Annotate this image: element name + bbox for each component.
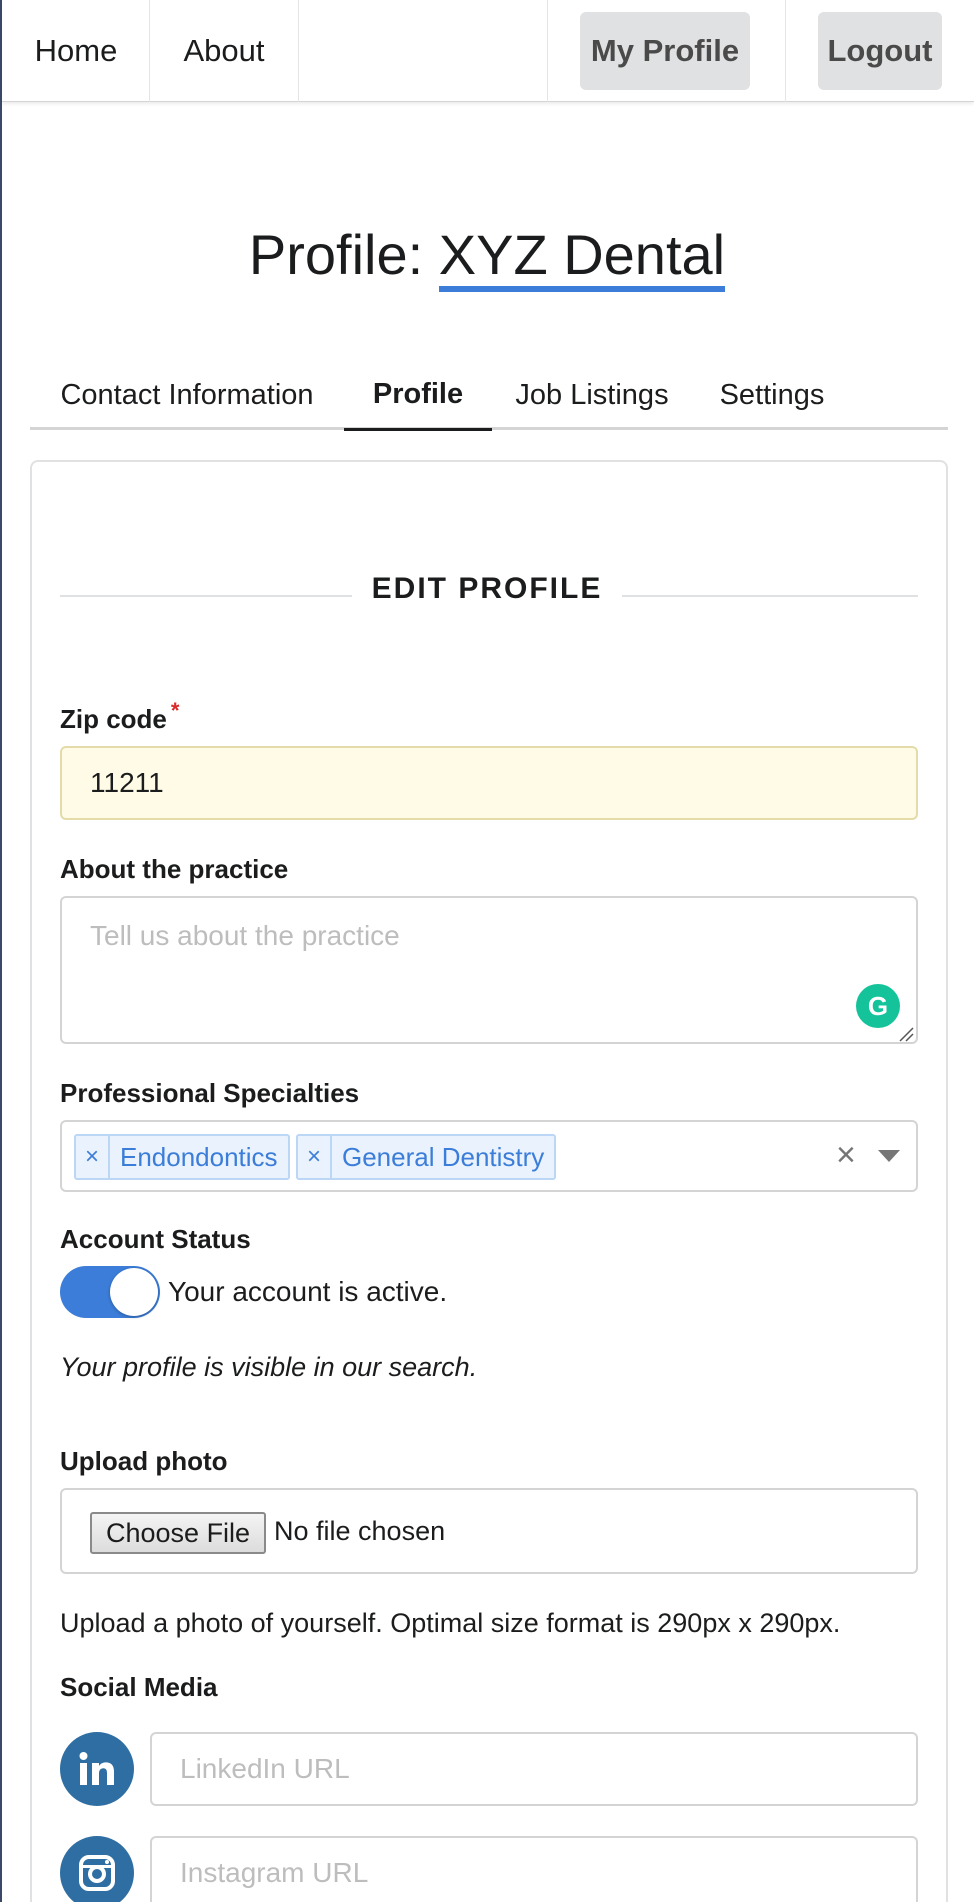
nav-separator [785,0,786,102]
tab-contact-information[interactable]: Contact Information [30,360,344,430]
linkedin-url-input[interactable] [150,1732,918,1806]
nav-home-link[interactable]: Home [2,0,150,102]
top-nav: Home About My Profile Logout [2,0,974,102]
zip-code-label: Zip code * [60,698,179,735]
profile-tabs: Contact Information Profile Job Listings… [30,360,948,431]
specialty-chip: × General Dentistry [296,1134,557,1180]
section-title: EDIT PROFILE [371,572,603,605]
nav-separator [298,0,299,102]
account-status-toggle[interactable] [60,1266,160,1318]
tab-settings[interactable]: Settings [692,360,852,430]
nav-separator [547,0,548,102]
tab-profile[interactable]: Profile [344,360,492,431]
zip-code-label-text: Zip code [60,704,167,734]
about-practice-label: About the practice [60,854,289,884]
required-marker: * [170,698,180,723]
chip-label: Endondontics [120,1141,278,1172]
my-profile-button[interactable]: My Profile [580,12,750,90]
chevron-down-icon[interactable] [878,1150,900,1162]
visibility-note: Your profile is visible in our search. [60,1352,478,1382]
social-media-label: Social Media [60,1672,218,1702]
instagram-icon [60,1836,134,1902]
file-upload-field: Choose File No file chosen [60,1488,918,1574]
page-title-prefix: Profile: [248,223,439,286]
specialty-chip: × Endondontics [74,1134,290,1180]
zip-code-input[interactable] [60,746,918,820]
account-status-text: Your account is active. [168,1276,448,1307]
choose-file-button[interactable]: Choose File [90,1512,267,1554]
page-title: Profile: XYZ Dental [0,222,974,292]
about-practice-textarea[interactable] [60,896,918,1044]
linkedin-icon [60,1732,134,1806]
clear-selection-icon[interactable]: × [836,1136,856,1175]
upload-photo-label: Upload photo [60,1446,228,1476]
instagram-url-input[interactable] [150,1836,918,1902]
file-status-text: No file chosen [274,1516,446,1546]
tab-job-listings[interactable]: Job Listings [492,360,692,430]
account-status-label: Account Status [60,1224,251,1254]
page-title-name: XYZ Dental [438,224,726,292]
specialties-multiselect[interactable]: × Endondontics × General Dentistry × [60,1120,918,1192]
upload-help-text: Upload a photo of yourself. Optimal size… [60,1608,841,1638]
nav-about-link[interactable]: About [150,0,298,102]
chip-label: General Dentistry [342,1141,545,1172]
toggle-knob [110,1268,158,1316]
chip-remove-icon[interactable]: × [298,1136,332,1178]
logout-button[interactable]: Logout [818,12,942,90]
resize-handle-icon[interactable] [898,1026,914,1042]
specialties-label: Professional Specialties [60,1078,360,1108]
grammarly-icon[interactable]: G [856,984,900,1028]
chip-remove-icon[interactable]: × [76,1136,110,1178]
